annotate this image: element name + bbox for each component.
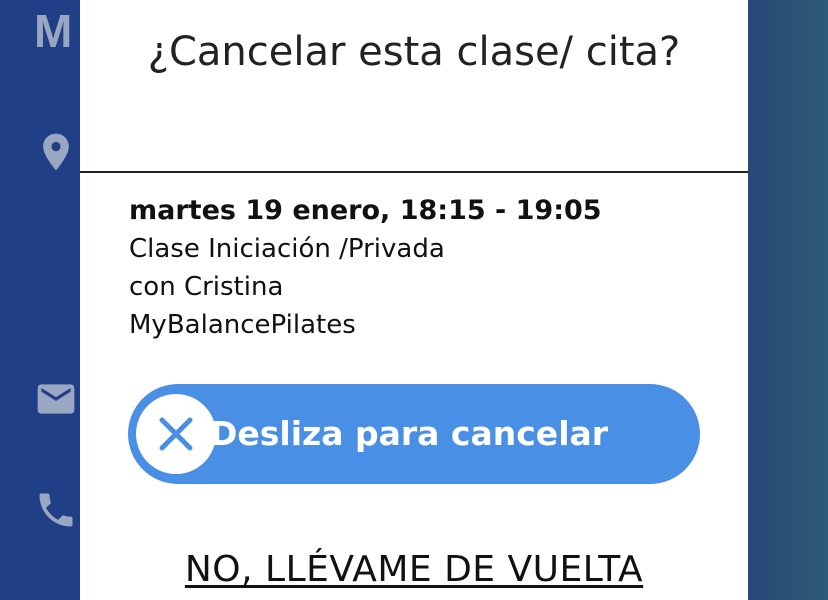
background-right-panel <box>748 0 828 600</box>
dialog-title: ¿Cancelar esta clase/ cita? <box>147 29 681 75</box>
appointment-details: martes 19 enero, 18:15 - 19:05 Clase Ini… <box>129 192 602 344</box>
background-letter: M <box>34 5 73 57</box>
mail-icon <box>34 377 78 421</box>
location-pin-icon <box>34 130 78 174</box>
cancel-dialog: ¿Cancelar esta clase/ cita? martes 19 en… <box>80 0 748 600</box>
slider-label: Desliza para cancelar <box>210 414 609 453</box>
appointment-instructor: con Cristina <box>129 272 284 302</box>
slider-knob-handle[interactable] <box>136 394 216 474</box>
go-back-link[interactable]: NO, LLÉVAME DE VUELTA <box>80 540 748 600</box>
close-icon <box>159 417 193 451</box>
appointment-datetime: martes 19 enero, 18:15 - 19:05 <box>129 195 602 226</box>
slide-to-cancel-slider[interactable]: Desliza para cancelar <box>128 384 700 484</box>
appointment-class-name: Clase Iniciación /Privada <box>129 234 445 264</box>
phone-icon <box>34 488 78 532</box>
appointment-studio: MyBalancePilates <box>129 310 356 340</box>
dialog-divider <box>80 171 748 173</box>
